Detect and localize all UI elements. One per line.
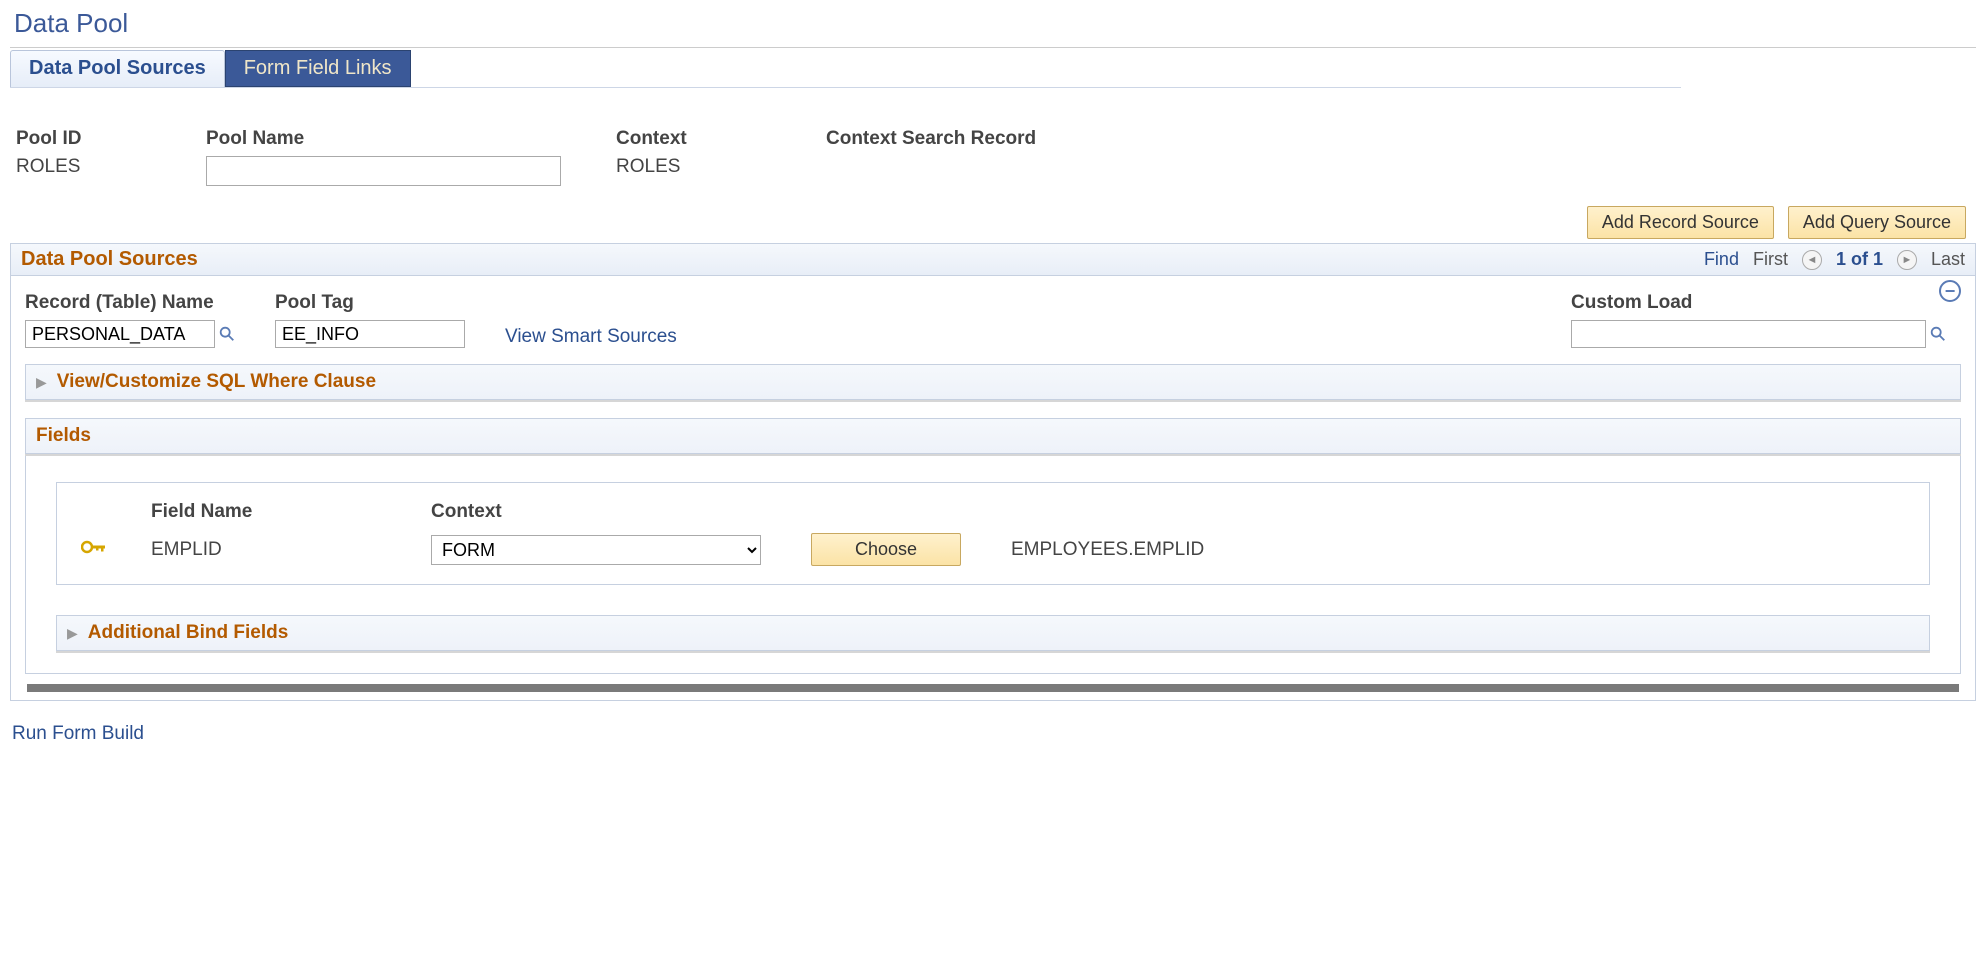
tab-data-pool-sources[interactable]: Data Pool Sources (10, 50, 225, 87)
tab-form-field-links[interactable]: Form Field Links (225, 50, 411, 87)
lookup-icon[interactable] (218, 325, 236, 343)
pool-name-label: Pool Name (206, 128, 576, 150)
collapse-icon[interactable]: − (1939, 280, 1961, 302)
find-link[interactable]: Find (1704, 249, 1739, 270)
bind-fields-title: Additional Bind Fields (88, 622, 289, 644)
nav-first: First (1753, 249, 1788, 270)
grid-body: − Record (Table) Name Pool Tag View Smar… (10, 276, 1976, 701)
bind-fields-section[interactable]: ▶ Additional Bind Fields (56, 615, 1930, 651)
pool-tag-label: Pool Tag (275, 292, 485, 314)
next-arrow-icon[interactable]: ► (1897, 250, 1917, 270)
field-context-select[interactable]: FORM (431, 535, 761, 565)
fields-section-header: Fields (25, 418, 1961, 454)
run-form-build-link[interactable]: Run Form Build (12, 723, 144, 745)
source-row: Record (Table) Name Pool Tag View Smart … (25, 292, 1961, 348)
add-query-source-button[interactable]: Add Query Source (1788, 206, 1966, 239)
lookup-icon[interactable] (1929, 325, 1947, 343)
nav-position: 1 of 1 (1836, 249, 1883, 270)
pool-tag-input[interactable] (275, 320, 465, 348)
custom-load-input[interactable] (1571, 320, 1926, 348)
grid-title: Data Pool Sources (21, 248, 198, 271)
field-name-value: EMPLID (151, 539, 411, 561)
pool-id-value: ROLES (16, 156, 166, 178)
nav-last: Last (1931, 249, 1965, 270)
grid-header: Data Pool Sources Find First ◄ 1 of 1 ► … (10, 243, 1976, 276)
custom-load-label: Custom Load (1571, 292, 1961, 314)
fields-title: Fields (36, 425, 91, 447)
pool-name-input[interactable] (206, 156, 561, 186)
field-name-header: Field Name (151, 501, 411, 523)
key-icon (81, 538, 131, 561)
record-name-label: Record (Table) Name (25, 292, 255, 314)
field-row: EMPLID FORM Choose EMPLOYEES.EMPLID (81, 533, 1905, 566)
add-record-source-button[interactable]: Add Record Source (1587, 206, 1774, 239)
sql-where-section[interactable]: ▶ View/Customize SQL Where Clause (25, 364, 1961, 400)
prev-arrow-icon[interactable]: ◄ (1802, 250, 1822, 270)
context-search-record-label: Context Search Record (826, 128, 1036, 150)
record-name-input[interactable] (25, 320, 215, 348)
choose-button[interactable]: Choose (811, 533, 961, 566)
form-header: Pool ID ROLES Pool Name Context ROLES Co… (16, 128, 1970, 186)
sql-where-title: View/Customize SQL Where Clause (57, 371, 376, 393)
fields-box: Field Name Context EMPLID FORM Choose EM… (56, 482, 1930, 585)
context-value: ROLES (616, 156, 786, 178)
divider (10, 47, 1976, 48)
expand-icon: ▶ (67, 625, 78, 642)
grid-nav: Find First ◄ 1 of 1 ► Last (1704, 249, 1965, 270)
field-context-header: Context (431, 501, 791, 523)
scrollbar[interactable] (27, 684, 1959, 692)
expand-icon: ▶ (36, 374, 47, 391)
page-title: Data Pool (14, 8, 1976, 39)
view-smart-sources-link[interactable]: View Smart Sources (505, 326, 805, 348)
context-label: Context (616, 128, 786, 150)
action-buttons: Add Record Source Add Query Source (10, 206, 1976, 239)
field-mapping: EMPLOYEES.EMPLID (1011, 539, 1905, 561)
pool-id-label: Pool ID (16, 128, 166, 150)
tab-bar: Data Pool Sources Form Field Links (10, 50, 1681, 88)
